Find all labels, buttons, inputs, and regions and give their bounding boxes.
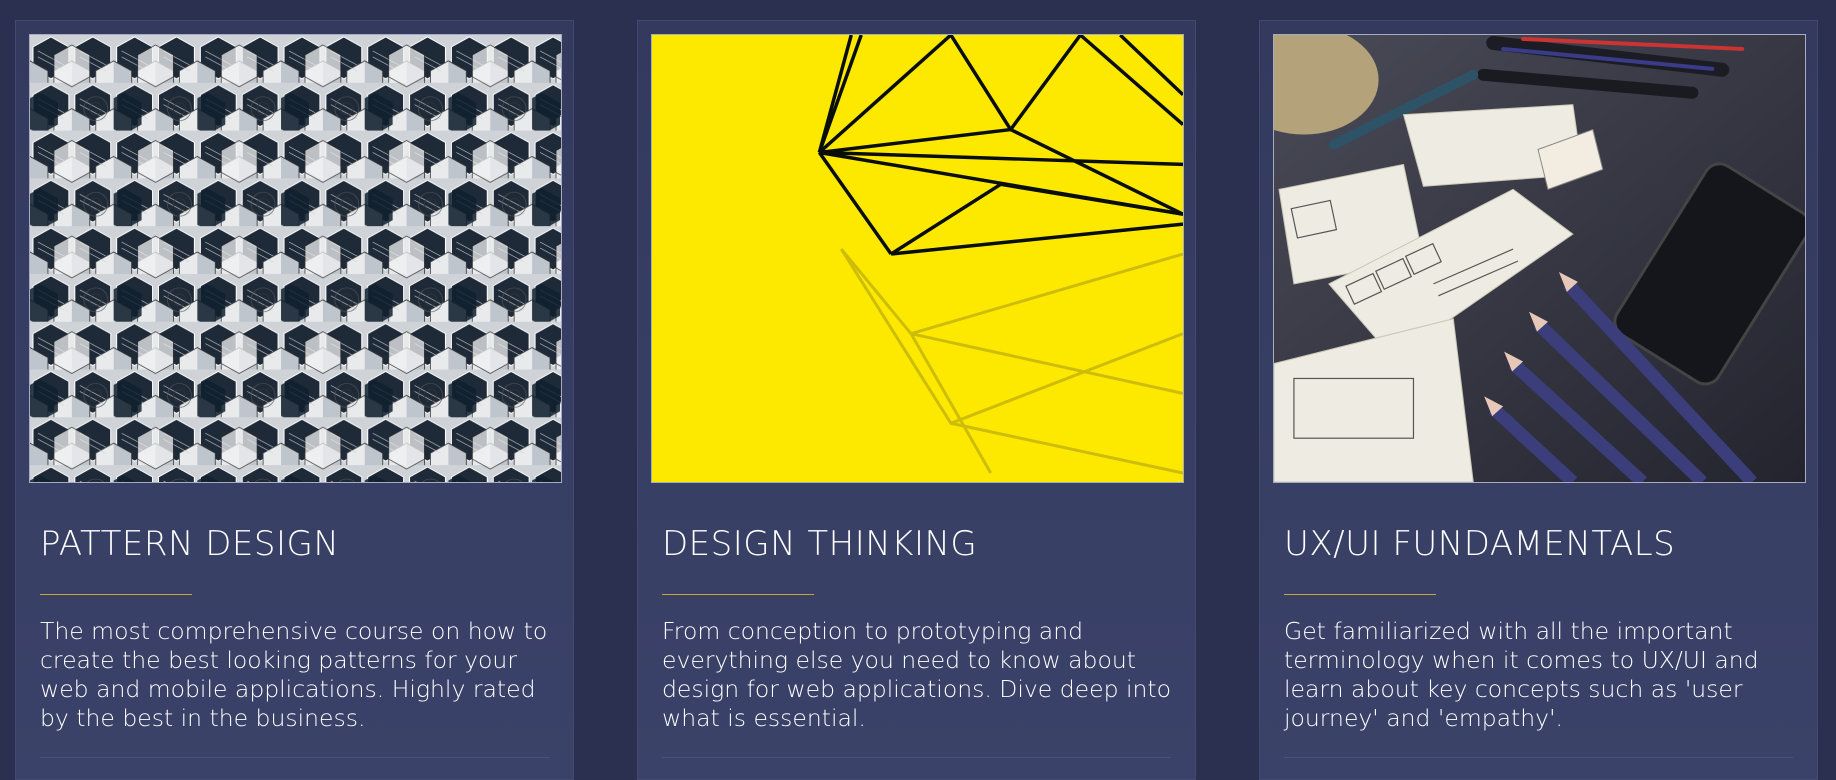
card-description: Get familiarized with all the important …: [1284, 617, 1759, 732]
course-card-design-thinking[interactable]: DESIGN THINKING From conception to proto…: [637, 20, 1196, 780]
card-description: The most comprehensive course on how to …: [40, 617, 548, 732]
pattern-design-image: [29, 34, 562, 483]
title-underline: [662, 594, 814, 595]
card-divider: [662, 757, 1171, 758]
card-description: From conception to prototyping and every…: [662, 617, 1171, 732]
card-divider: [1284, 757, 1793, 758]
card-divider: [40, 757, 549, 758]
title-underline: [40, 594, 192, 595]
design-thinking-image: [651, 34, 1184, 483]
card-title: DESIGN THINKING: [662, 524, 978, 564]
title-underline: [1284, 594, 1436, 595]
card-title: PATTERN DESIGN: [40, 524, 340, 564]
card-title: UX/UI FUNDAMENTALS: [1284, 524, 1676, 564]
ux-ui-fundamentals-image: [1273, 34, 1806, 483]
course-card-ux-ui-fundamentals[interactable]: UX/UI FUNDAMENTALS Get familiarized with…: [1259, 20, 1818, 780]
course-card-pattern-design[interactable]: PATTERN DESIGN The most comprehensive co…: [15, 20, 574, 780]
